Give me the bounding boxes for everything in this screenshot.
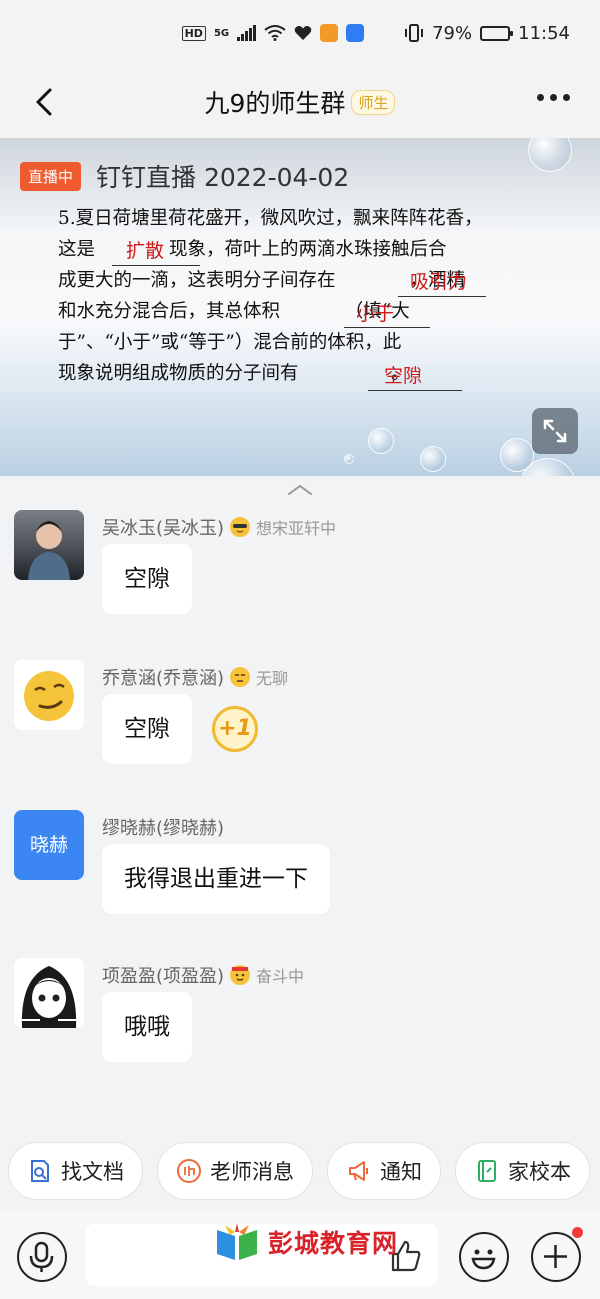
sender-info: 缪晓赫(缪晓赫)	[102, 814, 224, 840]
plus-one-reaction-button[interactable]: +1	[212, 706, 258, 752]
message-bubble[interactable]: 我得退出重进一下	[102, 844, 330, 914]
notification-dot	[572, 1227, 583, 1238]
chip-label: 老师消息	[210, 1160, 294, 1184]
sender-info: 吴冰玉(吴冰玉) 想宋亚轩中	[102, 514, 336, 540]
decor-bubble	[344, 454, 354, 464]
vibrate-icon	[405, 24, 424, 42]
cool-emoji-icon	[230, 517, 251, 537]
signal-icon	[237, 25, 257, 41]
avatar[interactable]	[14, 958, 84, 1028]
chat-title: 九9的师生群	[204, 89, 346, 118]
chip-label: 找文档	[61, 1160, 124, 1184]
wifi-icon	[264, 25, 286, 41]
struggle-emoji-icon	[230, 965, 251, 985]
voice-button[interactable]	[17, 1232, 67, 1282]
watermark: 彭城教育网	[214, 1222, 398, 1262]
megaphone-icon	[349, 1161, 368, 1181]
chip-label: 家校本	[508, 1160, 571, 1184]
teacher-icon	[177, 1159, 201, 1183]
blank-underline	[112, 265, 200, 266]
find-document-button[interactable]: 找文档	[8, 1142, 143, 1200]
sender-status: 想宋亚轩中	[256, 519, 337, 538]
sender-name: 缪晓赫(缪晓赫)	[102, 818, 225, 839]
question-line: 现象说明组成物质的分子间有 。	[58, 363, 410, 384]
message-bubble[interactable]: 空隙	[102, 544, 192, 614]
sender-name: 项盈盈(项盈盈)	[102, 966, 225, 987]
status-bar: HD 5G 79% 11:54	[0, 0, 600, 66]
decor-bubble	[368, 428, 394, 454]
quick-actions-bar: 找文档 老师消息 通知 家校本	[0, 1142, 600, 1204]
question-line: 于”、“小于”或“等于”）混合前的体积，此	[58, 332, 402, 353]
avatar[interactable]	[14, 510, 84, 580]
bored-emoji-icon	[230, 667, 251, 687]
question-line: 5.夏日荷塘里荷花盛开，微风吹过，飘来阵阵花香，	[58, 208, 483, 229]
question-text: 5.夏日荷塘里荷花盛开，微风吹过，飘来阵阵花香， 这是 现象，荷叶上的两滴水珠接…	[58, 203, 566, 391]
blank-underline	[344, 327, 430, 328]
document-search-icon	[31, 1160, 49, 1182]
blank-underline	[398, 296, 486, 297]
sender-info: 项盈盈(项盈盈) 奋斗中	[102, 962, 304, 988]
blank-underline	[368, 390, 462, 391]
battery-icon	[480, 25, 514, 41]
question-line: 成更大的一滴，这表明分子间存在 ，酒精	[58, 270, 466, 291]
teacher-messages-button[interactable]: 老师消息	[157, 1142, 313, 1200]
sender-info: 乔意涵(乔意涵) 无聊	[102, 664, 288, 690]
decor-bubble	[420, 446, 446, 472]
status-icons: HD 5G	[181, 24, 365, 42]
group-type-badge: 师生	[351, 89, 396, 115]
notebook-icon	[478, 1160, 496, 1182]
avatar[interactable]: 晓赫	[14, 810, 84, 880]
decor-bubble	[528, 138, 572, 172]
more-options-button[interactable]	[537, 94, 570, 101]
dingtalk-app-icon	[346, 24, 365, 42]
battery-percent: 79%	[432, 22, 473, 44]
watermark-book-logo	[217, 1223, 257, 1260]
clock: 11:54	[518, 22, 570, 44]
collapse-chevron-icon[interactable]	[286, 482, 314, 498]
hd-indicator: HD	[181, 25, 206, 41]
expand-icon	[543, 419, 567, 443]
home-school-book-button[interactable]: 家校本	[455, 1142, 590, 1200]
question-line: 和水充分混合后，其总体积 （填“大	[58, 301, 410, 322]
avatar-photo	[28, 521, 70, 580]
notice-button[interactable]: 通知	[327, 1142, 441, 1200]
plus-icon	[544, 1245, 567, 1268]
anime-girl-avatar	[21, 966, 77, 1028]
network-type: 5G	[213, 27, 230, 39]
chevron-left-icon	[36, 88, 52, 116]
smiley-icon	[471, 1249, 496, 1270]
answer-blank-2: 吸引力	[410, 271, 468, 293]
answer-blank-3: 小于	[356, 303, 395, 325]
sender-status: 无聊	[256, 669, 289, 688]
live-title: 钉钉直播 2022-04-02	[96, 163, 350, 192]
chip-label: 通知	[380, 1160, 422, 1184]
message-bubble[interactable]: 哦哦	[102, 992, 192, 1062]
live-badge: 直播中	[20, 162, 82, 191]
microphone-icon	[29, 1241, 54, 1272]
sender-name: 乔意涵(乔意涵)	[102, 668, 225, 689]
sender-status: 奋斗中	[256, 967, 305, 986]
live-stream-panel[interactable]: 直播中 钉钉直播 2022-04-02 5.夏日荷塘里荷花盛开，微风吹过，飘来阵…	[0, 138, 600, 476]
emoji-button[interactable]	[459, 1232, 509, 1282]
sender-name: 吴冰玉(吴冰玉)	[102, 518, 225, 539]
add-more-button[interactable]	[531, 1232, 581, 1282]
watermark-text: 彭城教育网	[268, 1229, 399, 1258]
status-right: 79% 11:54	[404, 23, 570, 44]
answer-blank-1: 扩散	[126, 240, 165, 262]
message-bubble[interactable]: 空隙	[102, 694, 192, 764]
title-bar: 九9的师生群 师生	[0, 66, 600, 138]
answer-blank-4: 空隙	[384, 365, 423, 387]
back-button[interactable]	[26, 82, 66, 122]
avatar[interactable]	[14, 660, 84, 730]
health-heart-icon	[294, 26, 312, 40]
fullscreen-button[interactable]	[532, 408, 578, 454]
video-app-icon	[320, 24, 339, 42]
smirk-emoji-avatar	[24, 671, 74, 721]
